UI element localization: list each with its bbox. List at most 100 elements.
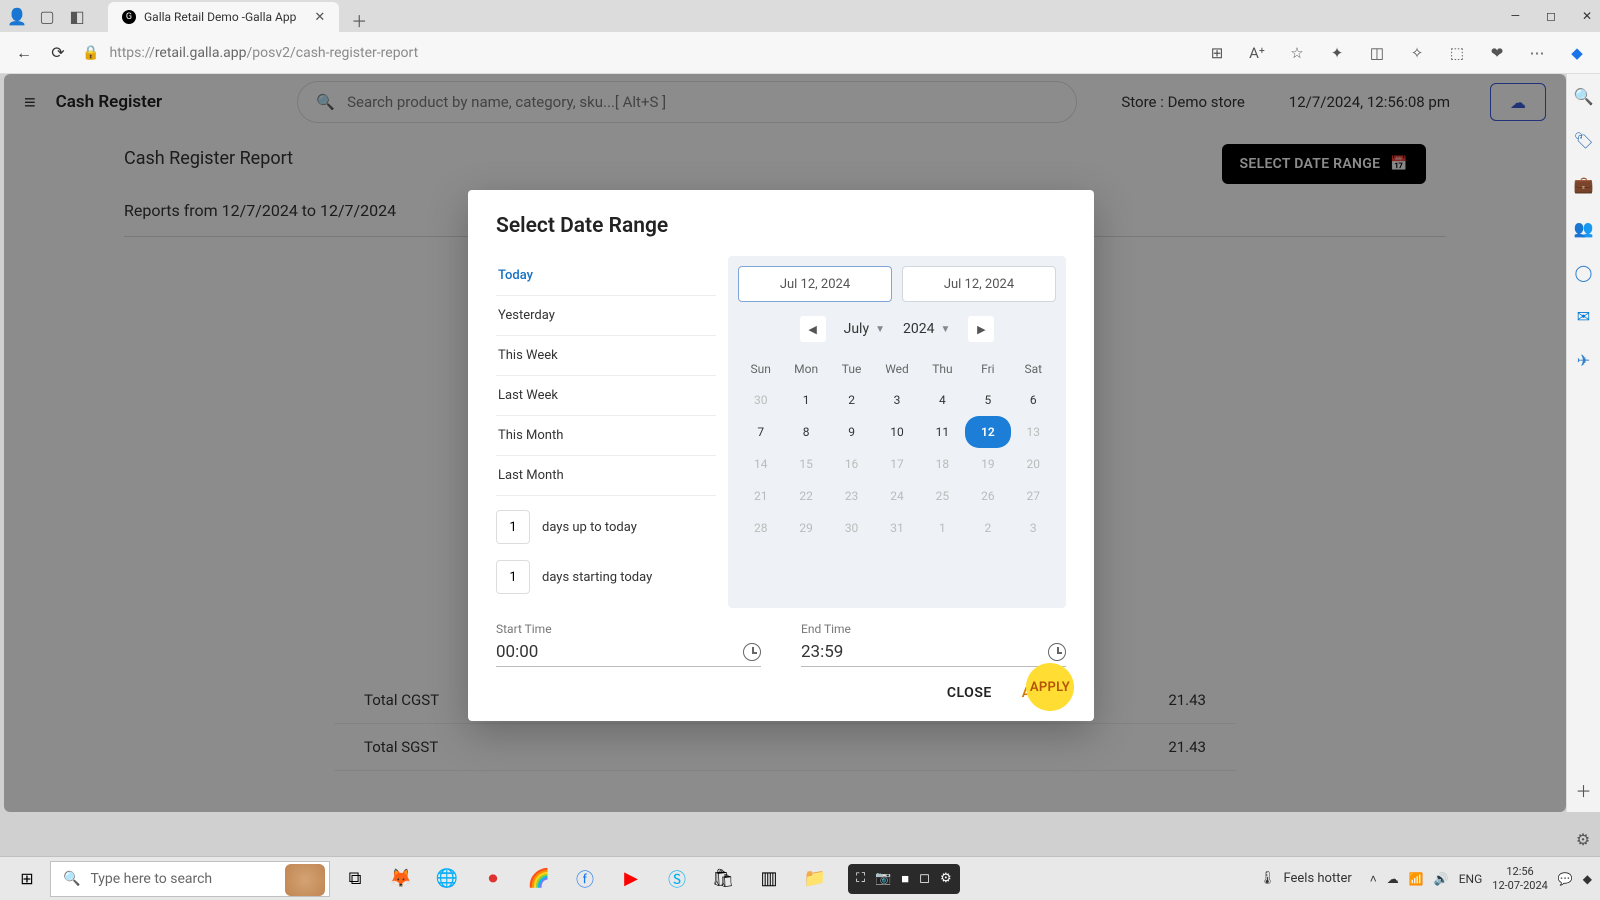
profile-icon[interactable]: 👤 [8,7,26,25]
app-icon-1[interactable]: ▥ [748,860,790,898]
prev-month-button[interactable]: ◀ [800,316,826,342]
favorite-icon[interactable]: ☆ [1288,44,1306,62]
more-icon[interactable]: ⋯ [1528,44,1546,62]
preset-today[interactable]: Today [496,256,716,296]
close-button[interactable]: CLOSE [947,685,992,701]
maximize-button[interactable]: ◻ [1546,9,1556,23]
calendar-day[interactable]: 4 [920,384,965,416]
add-sidebar-icon[interactable]: ＋ [1574,780,1594,800]
shop-icon[interactable]: ❤ [1488,44,1506,62]
calendar-day[interactable]: 10 [874,416,919,448]
youtube-icon[interactable]: ▶ [610,860,652,898]
calendar-day[interactable]: 2 [965,512,1010,544]
days-up-input[interactable] [496,510,530,544]
workspaces-icon[interactable]: ▢ [38,7,56,25]
calendar-day[interactable]: 29 [783,512,828,544]
send-icon[interactable]: ✈ [1574,350,1594,370]
notification-icon[interactable]: 💬 [1558,872,1573,886]
calendar-day[interactable]: 31 [874,512,919,544]
calendar-day[interactable]: 13 [1011,416,1056,448]
calendar-day[interactable]: 7 [738,416,783,448]
record-icon[interactable]: ⏺ [472,860,514,898]
days-start-input[interactable] [496,560,530,594]
split-icon[interactable]: ◫ [1368,44,1386,62]
addon-icon[interactable]: ⬚ [1448,44,1466,62]
calendar-day[interactable]: 2 [829,384,874,416]
tab-actions-icon[interactable]: ◧ [68,7,86,25]
browser-tab[interactable]: G Galla Retail Demo -Galla App ✕ [108,2,339,32]
preset-last-month[interactable]: Last Month [496,456,716,496]
volume-icon[interactable]: 🔊 [1434,872,1449,886]
calendar-day[interactable]: 25 [920,480,965,512]
settings-icon[interactable]: ⚙ [1572,828,1594,850]
extensions-icon[interactable]: ✦ [1328,44,1346,62]
calendar-day[interactable]: 3 [874,384,919,416]
recording-toolbar[interactable]: ⛶ 📷 ■ ◻ ⚙ [848,864,960,894]
calendar-day[interactable]: 6 [1011,384,1056,416]
explorer-icon[interactable]: 📁 [794,860,836,898]
onedrive-icon[interactable]: ☁ [1387,872,1399,886]
calendar-day[interactable]: 30 [738,384,783,416]
window-icon[interactable]: ◻ [919,871,930,886]
calendar-day[interactable]: 22 [783,480,828,512]
address-bar[interactable]: 🔒 https://retail.galla.app/posv2/cash-re… [82,45,1194,61]
calendar-day[interactable]: 8 [783,416,828,448]
date-to-input[interactable]: Jul 12, 2024 [902,266,1056,302]
calendar-day[interactable]: 9 [829,416,874,448]
task-view-icon[interactable]: ⧉ [334,860,376,898]
end-time-input[interactable]: 23:59 [801,642,1066,667]
calendar-day[interactable]: 24 [874,480,919,512]
copilot-icon[interactable]: ◆ [1568,44,1586,62]
calendar-day[interactable]: 21 [738,480,783,512]
collections-icon[interactable]: ✧ [1408,44,1426,62]
next-month-button[interactable]: ▶ [968,316,994,342]
calendar-day[interactable]: 14 [738,448,783,480]
office-icon[interactable]: ◯ [1574,262,1594,282]
taskbar-search[interactable]: 🔍 Type here to search [50,861,330,897]
preset-last-week[interactable]: Last Week [496,376,716,416]
year-select[interactable]: 2024▼ [903,321,950,337]
tray-app-icon[interactable]: ◆ [1583,872,1592,886]
app-icon[interactable]: ⊞ [1208,44,1226,62]
settings-pill-icon[interactable]: ⚙ [940,871,952,886]
tray-chevron-icon[interactable]: ˄ [1370,872,1377,886]
preset-this-month[interactable]: This Month [496,416,716,456]
close-window-button[interactable]: ✕ [1582,9,1592,23]
camera-icon[interactable]: 📷 [875,871,891,886]
calendar-day[interactable]: 18 [920,448,965,480]
edge-icon[interactable]: 🌐 [426,860,468,898]
language-indicator[interactable]: ENG [1459,872,1483,886]
calendar-day[interactable]: 15 [783,448,828,480]
calendar-day[interactable]: 5 [965,384,1010,416]
calendar-day[interactable]: 30 [829,512,874,544]
back-button[interactable]: ← [14,43,34,63]
start-time-input[interactable]: 00:00 [496,642,761,667]
preset-this-week[interactable]: This Week [496,336,716,376]
store-icon[interactable]: 🛍 [702,860,744,898]
calendar-day[interactable]: 1 [783,384,828,416]
firefox-icon[interactable]: 🦊 [380,860,422,898]
date-from-input[interactable]: Jul 12, 2024 [738,266,892,302]
text-size-icon[interactable]: A⁺ [1248,44,1266,62]
tray-clock[interactable]: 12:56 12-07-2024 [1492,865,1548,891]
close-tab-icon[interactable]: ✕ [314,10,325,25]
tag-icon[interactable]: 🏷 [1574,130,1594,150]
fullscreen-icon[interactable]: ⛶ [856,871,865,886]
skype-icon[interactable]: Ⓢ [656,860,698,898]
calendar-day[interactable]: 16 [829,448,874,480]
calendar-day[interactable]: 17 [874,448,919,480]
calendar-day[interactable]: 12 [965,416,1010,448]
weather-widget[interactable]: 🌡 Feels hotter [1259,871,1352,886]
refresh-button[interactable]: ⟳ [48,43,68,63]
calendar-day[interactable]: 28 [738,512,783,544]
calendar-day[interactable]: 23 [829,480,874,512]
calendar-day[interactable]: 26 [965,480,1010,512]
new-tab-button[interactable]: ＋ [351,8,367,32]
briefcase-icon[interactable]: 💼 [1574,174,1594,194]
month-select[interactable]: July▼ [844,321,885,337]
calendar-day[interactable]: 20 [1011,448,1056,480]
calendar-day[interactable]: 1 [920,512,965,544]
people-icon[interactable]: 👥 [1574,218,1594,238]
preset-yesterday[interactable]: Yesterday [496,296,716,336]
outlook-icon[interactable]: ✉ [1574,306,1594,326]
